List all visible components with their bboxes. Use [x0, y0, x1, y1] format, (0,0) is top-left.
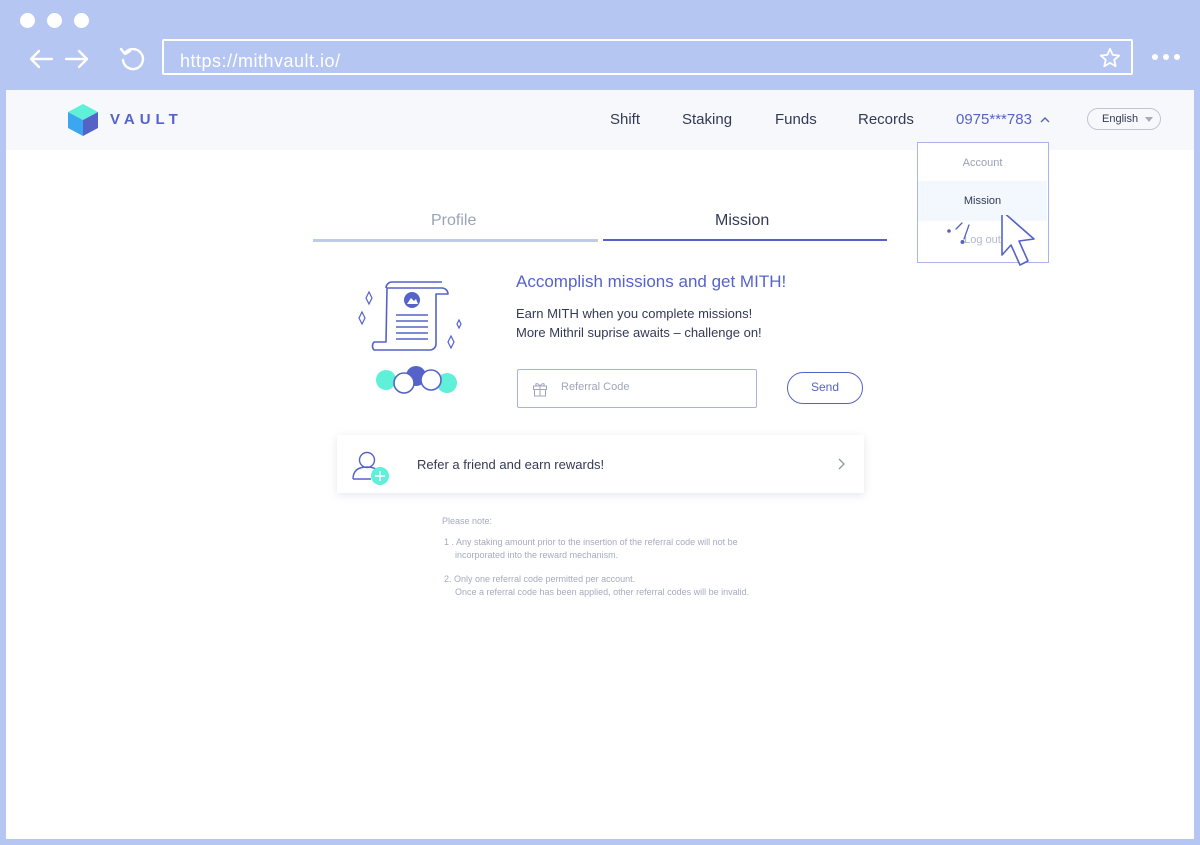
send-button[interactable]: Send	[787, 372, 863, 404]
minimize-window-dot[interactable]	[47, 13, 62, 28]
referral-code-field[interactable]	[517, 369, 757, 408]
note-1-line-2: incorporated into the reward mechanism.	[455, 550, 619, 560]
chevron-up-icon[interactable]	[1040, 117, 1050, 123]
tab-mission[interactable]: Mission	[715, 212, 769, 230]
nav-shift[interactable]: Shift	[610, 111, 640, 128]
notes-title: Please note:	[442, 516, 493, 526]
address-bar[interactable]: https://mithvault.io/	[162, 39, 1133, 75]
language-label: English	[1102, 113, 1139, 125]
mouse-cursor-icon	[947, 215, 1035, 266]
mission-scroll-illustration-icon	[358, 281, 462, 394]
tab-mission-underline	[603, 239, 887, 241]
bookmark-star-icon[interactable]	[1099, 47, 1121, 69]
refer-friend-row[interactable]: Refer a friend and earn rewards!	[337, 435, 864, 493]
referral-code-input[interactable]	[559, 380, 743, 394]
mission-headline: Accomplish missions and get MITH!	[516, 272, 787, 291]
add-user-icon	[352, 451, 389, 485]
close-window-dot[interactable]	[20, 13, 35, 28]
refer-friend-label: Refer a friend and earn rewards!	[417, 457, 605, 472]
url-text: https://mithvault.io/	[180, 51, 341, 71]
account-menu-trigger[interactable]: 0975***783	[956, 111, 1032, 128]
language-select[interactable]: English	[1087, 108, 1161, 130]
vault-logo-icon[interactable]	[66, 102, 100, 138]
chevron-right-icon	[838, 458, 845, 470]
top-navigation: VAULT Shift Staking Funds Records 0975**…	[6, 90, 1194, 150]
dropdown-item-account[interactable]: Account	[918, 157, 1047, 169]
logo-text[interactable]: VAULT	[110, 111, 183, 128]
tab-profile[interactable]: Profile	[431, 212, 476, 230]
reload-icon[interactable]	[117, 44, 147, 74]
browser-window: https://mithvault.io/ VAULT Shift Stakin…	[0, 0, 1200, 845]
mission-description-line-1: Earn MITH when you complete missions!	[516, 306, 753, 321]
back-arrow-icon[interactable]	[26, 44, 56, 74]
note-2-line-2: Once a referral code has been applied, o…	[455, 587, 750, 597]
gift-icon	[533, 383, 547, 397]
caret-down-icon	[1145, 117, 1153, 122]
tab-profile-underline	[313, 239, 598, 242]
web-page: VAULT Shift Staking Funds Records 0975**…	[6, 90, 1194, 839]
browser-menu-icon[interactable]	[1152, 54, 1180, 60]
nav-funds[interactable]: Funds	[775, 111, 817, 128]
mission-description-line-2: More Mithril suprise awaits – challenge …	[516, 325, 762, 340]
nav-staking[interactable]: Staking	[682, 111, 732, 128]
note-1-line-1: 1 . Any staking amount prior to the inse…	[444, 537, 738, 547]
window-controls	[20, 13, 89, 28]
note-2-line-1: 2. Only one referral code permitted per …	[444, 574, 636, 584]
forward-arrow-icon[interactable]	[62, 44, 92, 74]
nav-records[interactable]: Records	[858, 111, 914, 128]
maximize-window-dot[interactable]	[74, 13, 89, 28]
dropdown-item-mission[interactable]: Mission	[918, 195, 1047, 207]
